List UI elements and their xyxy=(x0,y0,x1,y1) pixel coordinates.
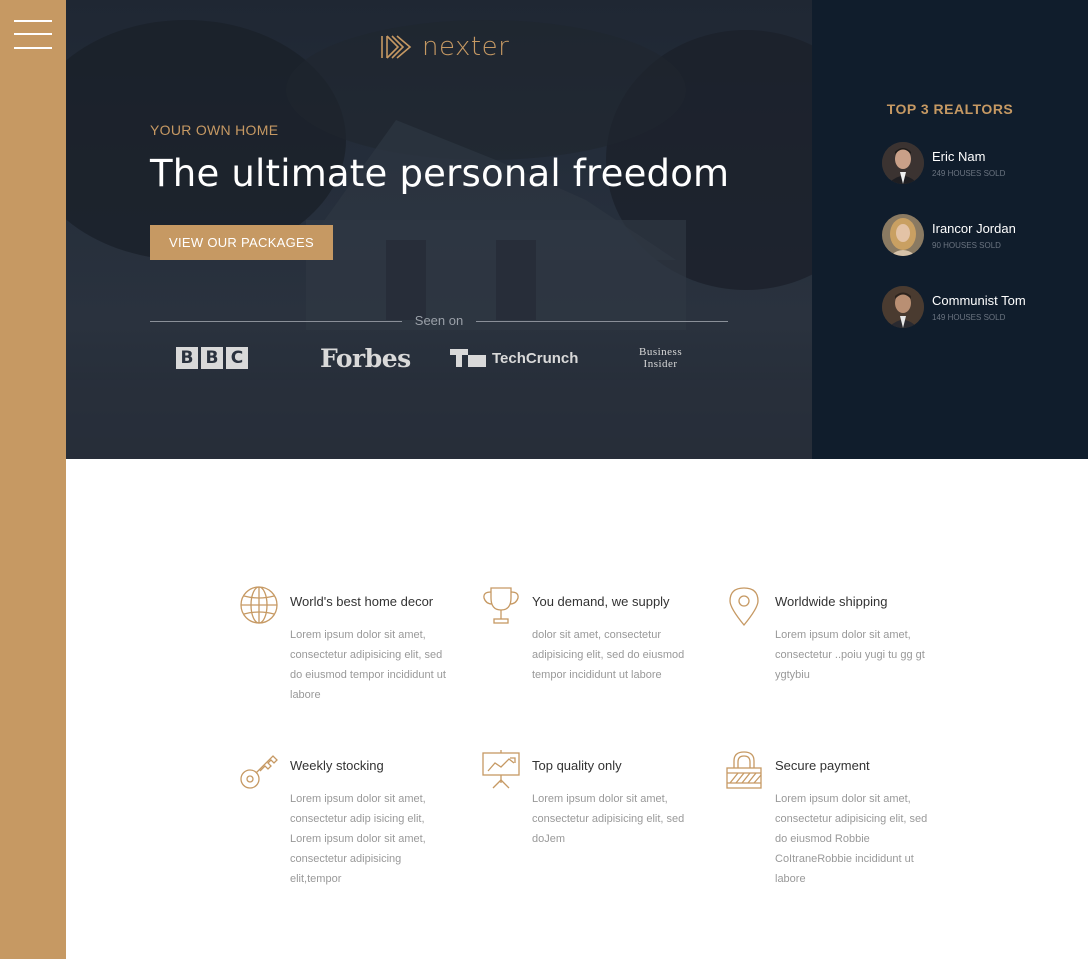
realtor-sold: 249 HOUSES SOLD xyxy=(932,168,1006,178)
realtors-panel: TOP 3 REALTORS Eric Nam 249 HOUSES SOLD xyxy=(812,0,1088,459)
feature-title: Weekly stocking xyxy=(290,758,384,773)
map-pin-icon xyxy=(729,587,759,627)
feature-title: Secure payment xyxy=(775,758,870,773)
feature-text: Lorem ipsum dolor sit amet, consectetur … xyxy=(775,629,925,681)
feature-item: Worldwide shipping Lorem ipsum dolor sit… xyxy=(724,586,925,696)
divider-line xyxy=(476,321,728,322)
realtor-name: Communist Tom xyxy=(932,292,1026,308)
techcrunch-logo: TechCrunch xyxy=(450,340,578,376)
feature-title: Top quality only xyxy=(532,758,622,773)
bbc-letter: B xyxy=(176,347,198,369)
feature-text: Lorem ipsum dolor sit amet, consectetur … xyxy=(532,793,685,845)
feature-text: Lorem ipsum dolor sit amet, consectetur … xyxy=(775,793,928,885)
realtors-title: TOP 3 REALTORS xyxy=(886,101,1014,117)
menu-line xyxy=(14,20,52,22)
techcrunch-icon xyxy=(450,349,486,367)
bbc-letter: C xyxy=(226,347,248,369)
globe-icon xyxy=(240,586,278,624)
business-insider-logo: Business Insider xyxy=(639,340,682,376)
realtor-item[interactable]: Eric Nam 249 HOUSES SOLD xyxy=(882,142,1005,184)
feature-text: dolor sit amet, consectetur adipisicing … xyxy=(532,629,685,681)
realtor-name: Irancor Jordan xyxy=(932,220,1016,236)
feature-item: Weekly stocking Lorem ipsum dolor sit am… xyxy=(239,750,439,900)
feature-text: Lorem ipsum dolor sit amet, consectetur … xyxy=(290,793,426,885)
menu-line xyxy=(14,47,52,49)
realtor-name: Eric Nam xyxy=(932,148,986,164)
forbes-logo: Forbes xyxy=(320,343,411,373)
feature-item: Top quality only Lorem ipsum dolor sit a… xyxy=(481,750,684,870)
bbc-letter: B xyxy=(201,347,223,369)
hamburger-icon[interactable] xyxy=(14,20,52,52)
feature-title: Worldwide shipping xyxy=(775,594,888,609)
logo-text: nexter xyxy=(422,32,510,62)
realtor-sold: 90 HOUSES SOLD xyxy=(932,240,1001,250)
feature-item: World's best home decor Lorem ipsum dolo… xyxy=(239,586,446,716)
feature-item: Secure payment Lorem ipsum dolor sit ame… xyxy=(724,750,927,900)
business-insider-line: Business xyxy=(639,346,683,358)
sidebar xyxy=(0,0,66,959)
logo[interactable]: nexter xyxy=(380,32,509,62)
trophy-icon xyxy=(483,587,519,624)
bbc-logo: B B C xyxy=(176,340,248,376)
hero-subtitle: YOUR OWN HOME xyxy=(150,122,279,138)
avatar xyxy=(882,214,924,256)
padlock-icon xyxy=(726,751,762,789)
feature-item: You demand, we supply dolor sit amet, co… xyxy=(481,586,684,716)
feature-title: You demand, we supply xyxy=(532,594,670,609)
realtor-sold: 149 HOUSES SOLD xyxy=(932,312,1006,322)
view-packages-button[interactable]: VIEW OUR PACKAGES xyxy=(150,225,333,260)
techcrunch-text: TechCrunch xyxy=(492,349,579,367)
avatar xyxy=(882,142,924,184)
business-insider-line: Insider xyxy=(643,358,678,370)
seen-on-divider: Seen on xyxy=(150,312,728,330)
menu-line xyxy=(14,33,52,35)
presentation-icon xyxy=(482,750,520,789)
avatar xyxy=(882,286,924,328)
hero-title: The ultimate personal freedom xyxy=(150,152,730,195)
logo-icon xyxy=(381,35,412,59)
realtor-item[interactable]: Irancor Jordan 90 HOUSES SOLD xyxy=(882,214,1016,256)
key-icon xyxy=(240,755,278,789)
feature-title: World's best home decor xyxy=(290,594,434,609)
realtor-item[interactable]: Communist Tom 149 HOUSES SOLD xyxy=(882,286,1026,328)
hero-section: nexter YOUR OWN HOME The ultimate person… xyxy=(66,0,812,459)
feature-text: Lorem ipsum dolor sit amet, consectetur … xyxy=(290,629,446,701)
